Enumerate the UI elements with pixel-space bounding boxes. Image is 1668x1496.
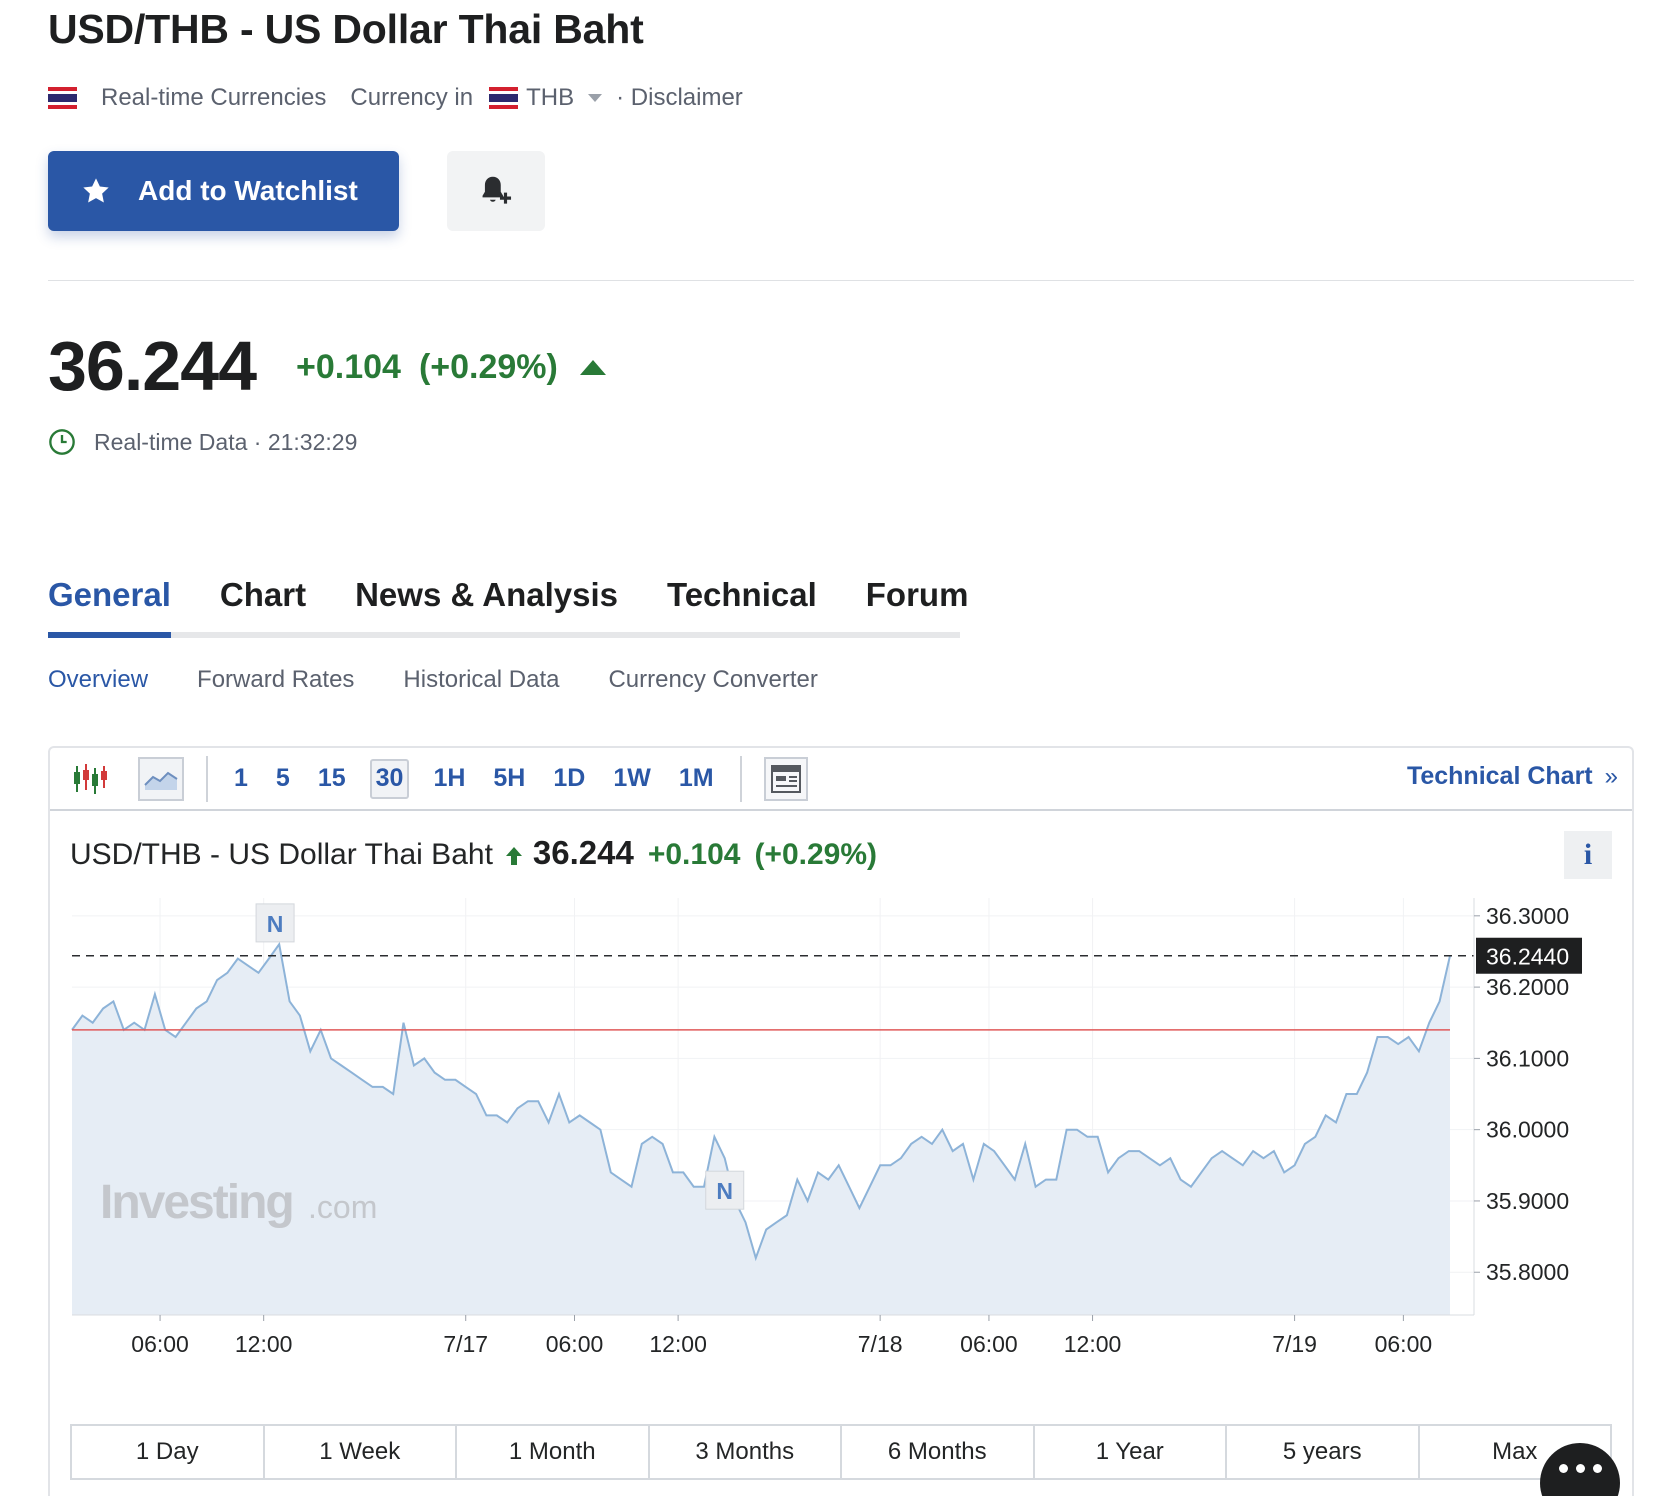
subtab-currency-converter[interactable]: Currency Converter (608, 666, 817, 694)
dot-icon (1592, 1463, 1602, 1473)
tab-news-analysis[interactable]: News & Analysis (355, 558, 618, 632)
add-to-watchlist-button[interactable]: Add to Watchlist (48, 151, 399, 231)
y-tick-label: 35.8000 (1486, 1259, 1569, 1285)
x-tick-label: 12:00 (235, 1331, 293, 1357)
tab-chart[interactable]: Chart (220, 558, 306, 632)
range-1-month[interactable]: 1 Month (457, 1426, 650, 1478)
y-tick-label: 36.2000 (1486, 974, 1569, 1000)
x-tick-label: 06:00 (960, 1331, 1018, 1357)
x-tick-label: 06:00 (1375, 1331, 1433, 1357)
x-tick-label: 7/18 (858, 1331, 903, 1357)
header-divider (48, 280, 1634, 281)
x-tick-label: 12:00 (1064, 1331, 1122, 1357)
subtab-historical-data[interactable]: Historical Data (403, 666, 559, 694)
y-tick-label: 36.1000 (1486, 1045, 1569, 1071)
tab-general[interactable]: General (48, 558, 171, 638)
subtab-forward-rates[interactable]: Forward Rates (197, 666, 354, 694)
x-tick-label: 7/19 (1272, 1331, 1317, 1357)
x-tick-label: 12:00 (649, 1331, 707, 1357)
price-change: +0.104 (+0.29%) (296, 348, 606, 387)
last-price: 36.244 (48, 327, 257, 405)
realtime-status-text: Real-time Data · 21:32:29 (94, 428, 358, 455)
range-6-months[interactable]: 6 Months (842, 1426, 1035, 1478)
time-range-bar: 1 Day 1 Week 1 Month 3 Months 6 Months 1… (70, 1424, 1612, 1480)
bell-plus-icon (482, 176, 512, 204)
tab-forum[interactable]: Forum (866, 558, 969, 632)
quote-meta: Real-time Currencies Currency in THB · D… (48, 82, 743, 114)
create-alert-button[interactable] (447, 151, 545, 231)
range-1-year[interactable]: 1 Year (1035, 1426, 1227, 1478)
investing-watermark: Investing (100, 1176, 293, 1229)
price-chart[interactable]: 36.3000 36.2000 36.1000 36.0000 35.9000 35.80… (50, 748, 1632, 1428)
range-1-week[interactable]: 1 Week (265, 1426, 457, 1478)
dot-icon (1575, 1463, 1585, 1473)
news-marker-label: N (716, 1178, 733, 1204)
change-percent: (+0.29%) (418, 348, 558, 386)
currency-prefix: Currency in (350, 84, 474, 111)
currency-selector[interactable]: THB (526, 84, 574, 112)
range-5-years[interactable]: 5 years (1227, 1426, 1420, 1478)
chevron-down-icon[interactable] (588, 94, 603, 102)
thailand-flag-icon (48, 87, 77, 109)
y-tick-label: 35.9000 (1486, 1188, 1569, 1214)
y-tick-label: 36.3000 (1486, 903, 1569, 929)
x-tick-label: 06:00 (546, 1331, 604, 1357)
realtime-status: Real-time Data · 21:32:29 (48, 428, 357, 456)
range-1-day[interactable]: 1 Day (72, 1426, 265, 1478)
news-marker-label: N (267, 911, 284, 937)
investing-watermark-suffix: .com (308, 1189, 377, 1225)
tab-technical[interactable]: Technical (667, 558, 817, 632)
watchlist-label: Add to Watchlist (138, 175, 358, 206)
change-value: +0.104 (296, 348, 401, 386)
star-icon (83, 178, 109, 203)
thailand-flag-icon (489, 87, 519, 109)
main-tabs: General Chart News & Analysis Technical … (48, 558, 968, 638)
x-tick-label: 06:00 (131, 1331, 189, 1357)
chart-widget: 1 5 15 30 1H 5H 1D 1W 1M Technical Chart… (48, 746, 1634, 1496)
triangle-up-icon (579, 360, 606, 375)
current-price-label: 36.2440 (1486, 944, 1569, 970)
y-tick-label: 36.0000 (1486, 1117, 1569, 1143)
x-tick-label: 7/17 (443, 1331, 488, 1357)
clock-icon (49, 429, 75, 455)
dot-icon (1558, 1463, 1568, 1473)
range-3-months[interactable]: 3 Months (650, 1426, 842, 1478)
disclaimer-link[interactable]: · Disclaimer (616, 84, 743, 112)
realtime-currencies-label: Real-time Currencies (101, 84, 327, 111)
page-title: USD/THB - US Dollar Thai Baht (48, 6, 644, 52)
sub-tabs: Overview Forward Rates Historical Data C… (48, 666, 867, 694)
subtab-overview[interactable]: Overview (48, 666, 148, 694)
